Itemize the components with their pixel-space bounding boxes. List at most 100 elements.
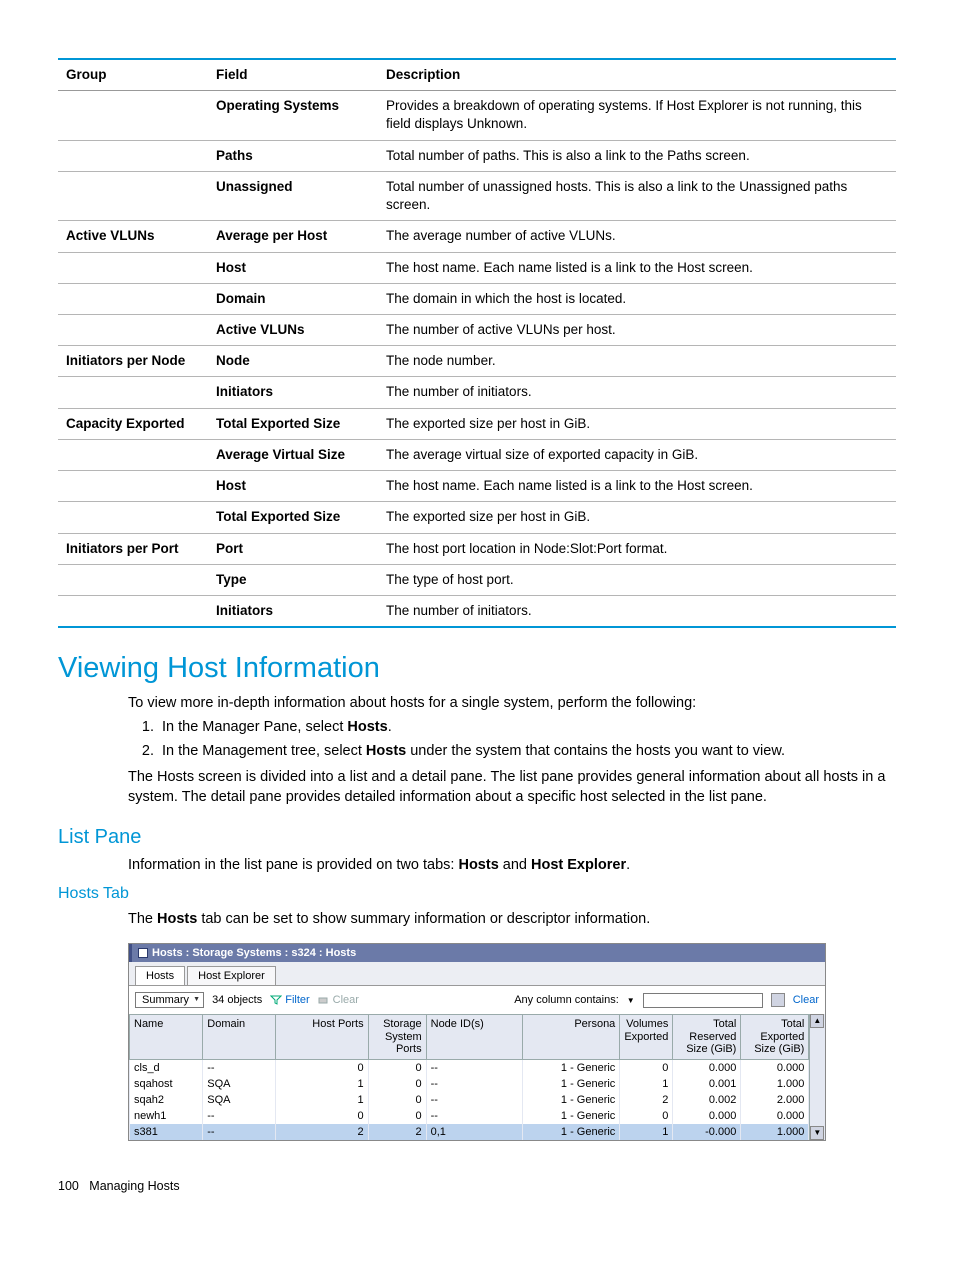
cell-group: Initiators per Port bbox=[58, 533, 208, 564]
cell-field: Paths bbox=[208, 140, 378, 171]
table-row: Initiators per NodeNodeThe node number. bbox=[58, 346, 896, 377]
cell-host-ports: 1 bbox=[275, 1076, 368, 1092]
cell-node-ids: -- bbox=[426, 1060, 522, 1077]
cell-description: The number of initiators. bbox=[378, 377, 896, 408]
tab-host-explorer[interactable]: Host Explorer bbox=[187, 966, 276, 985]
cell-domain: SQA bbox=[203, 1092, 275, 1108]
any-column-label: Any column contains: bbox=[514, 994, 619, 1006]
hcol-ve[interactable]: Volumes Exported bbox=[620, 1015, 673, 1060]
cell-description: The average number of active VLUNs. bbox=[378, 221, 896, 252]
cell-domain: -- bbox=[203, 1060, 275, 1077]
search-input[interactable] bbox=[643, 993, 763, 1008]
col-description: Description bbox=[378, 59, 896, 91]
data-row[interactable]: sqahostSQA10--1 - Generic10.0011.000 bbox=[130, 1076, 809, 1092]
table-row: Average Virtual SizeThe average virtual … bbox=[58, 439, 896, 470]
cell-group: Active VLUNs bbox=[58, 221, 208, 252]
cell-node-ids: 0,1 bbox=[426, 1124, 522, 1140]
cell-group: Capacity Exported bbox=[58, 408, 208, 439]
scroll-up-button[interactable]: ▲ bbox=[810, 1014, 824, 1028]
cell-host-ports: 0 bbox=[275, 1108, 368, 1124]
cell-description: The domain in which the host is located. bbox=[378, 283, 896, 314]
table-row: UnassignedTotal number of unassigned hos… bbox=[58, 171, 896, 220]
cell-description: The average virtual size of exported cap… bbox=[378, 439, 896, 470]
cell-storage-system-ports: 0 bbox=[368, 1076, 426, 1092]
filter-link[interactable]: Filter bbox=[270, 994, 309, 1006]
table-row: Operating SystemsProvides a breakdown of… bbox=[58, 91, 896, 140]
hcol-name[interactable]: Name bbox=[130, 1015, 203, 1060]
step-2: In the Management tree, select Hosts und… bbox=[158, 741, 896, 763]
table-row: Total Exported SizeThe exported size per… bbox=[58, 502, 896, 533]
col-group: Group bbox=[58, 59, 208, 91]
table-row: Active VLUNsAverage per HostThe average … bbox=[58, 221, 896, 252]
hcol-trs[interactable]: Total Reserved Size (GiB) bbox=[673, 1015, 741, 1060]
cell-group bbox=[58, 377, 208, 408]
step-2-hosts: Hosts bbox=[366, 743, 406, 759]
pin-icon[interactable] bbox=[771, 993, 785, 1007]
cell-name: newh1 bbox=[130, 1108, 203, 1124]
cell-name: s381 bbox=[130, 1124, 203, 1140]
cell-domain: -- bbox=[203, 1124, 275, 1140]
hcol-ssp[interactable]: Storage System Ports bbox=[368, 1015, 426, 1060]
cell-total-reserved-size: -0.000 bbox=[673, 1124, 741, 1140]
heading-viewing-host-information: Viewing Host Information bbox=[58, 652, 896, 685]
cell-volumes-exported: 1 bbox=[620, 1124, 673, 1140]
cell-node-ids: -- bbox=[426, 1092, 522, 1108]
hcol-host-ports[interactable]: Host Ports bbox=[275, 1015, 368, 1060]
cell-persona: 1 - Generic bbox=[522, 1092, 620, 1108]
table-row: InitiatorsThe number of initiators. bbox=[58, 377, 896, 408]
footer-chapter: Managing Hosts bbox=[89, 1179, 179, 1193]
cell-total-reserved-size: 0.000 bbox=[673, 1060, 741, 1077]
cell-group bbox=[58, 140, 208, 171]
cell-description: Total number of paths. This is also a li… bbox=[378, 140, 896, 171]
cell-field: Average Virtual Size bbox=[208, 439, 378, 470]
chevron-down-icon[interactable]: ▼ bbox=[627, 996, 635, 1005]
heading-list-pane: List Pane bbox=[58, 826, 896, 849]
cell-total-reserved-size: 0.001 bbox=[673, 1076, 741, 1092]
cell-host-ports: 2 bbox=[275, 1124, 368, 1140]
table-row: Active VLUNsThe number of active VLUNs p… bbox=[58, 314, 896, 345]
intro-text: To view more in-depth information about … bbox=[128, 693, 896, 713]
table-row: Capacity ExportedTotal Exported SizeThe … bbox=[58, 408, 896, 439]
window-title-bar: Hosts : Storage Systems : s324 : Hosts bbox=[129, 944, 825, 962]
cell-description: The host name. Each name listed is a lin… bbox=[378, 252, 896, 283]
cell-description: The host port location in Node:Slot:Port… bbox=[378, 533, 896, 564]
data-row[interactable]: sqah2SQA10--1 - Generic20.0022.000 bbox=[130, 1092, 809, 1108]
cell-storage-system-ports: 2 bbox=[368, 1124, 426, 1140]
hcol-node-id[interactable]: Node ID(s) bbox=[426, 1015, 522, 1060]
cell-persona: 1 - Generic bbox=[522, 1108, 620, 1124]
cell-persona: 1 - Generic bbox=[522, 1076, 620, 1092]
filter-icon bbox=[270, 995, 282, 1005]
hosts-tab-text: The Hosts tab can be set to show summary… bbox=[128, 909, 896, 929]
cell-description: Provides a breakdown of operating system… bbox=[378, 91, 896, 140]
procedure-steps: In the Manager Pane, select Hosts. In th… bbox=[128, 717, 896, 763]
cell-name: sqah2 bbox=[130, 1092, 203, 1108]
scroll-down-button[interactable]: ▼ bbox=[810, 1126, 824, 1140]
list-pane-text: Information in the list pane is provided… bbox=[128, 855, 896, 875]
data-row[interactable]: s381--220,11 - Generic1-0.0001.000 bbox=[130, 1124, 809, 1140]
cell-description: The type of host port. bbox=[378, 564, 896, 595]
data-row[interactable]: newh1--00--1 - Generic00.0000.000 bbox=[130, 1108, 809, 1124]
tab-name-hosts: Hosts bbox=[458, 857, 498, 873]
clear-filter-link[interactable]: Clear bbox=[318, 994, 359, 1006]
tab-hosts[interactable]: Hosts bbox=[135, 966, 185, 985]
cell-description: The exported size per host in GiB. bbox=[378, 408, 896, 439]
cell-group bbox=[58, 283, 208, 314]
cell-field: Node bbox=[208, 346, 378, 377]
cell-persona: 1 - Generic bbox=[522, 1060, 620, 1077]
hcol-domain[interactable]: Domain bbox=[203, 1015, 275, 1060]
data-row[interactable]: cls_d--00--1 - Generic00.0000.000 bbox=[130, 1060, 809, 1077]
tab-strip: Hosts Host Explorer bbox=[129, 962, 825, 985]
cell-group bbox=[58, 314, 208, 345]
data-header-row: Name Domain Host Ports Storage System Po… bbox=[130, 1015, 809, 1060]
table-header-row: Group Field Description bbox=[58, 59, 896, 91]
hcol-persona[interactable]: Persona bbox=[522, 1015, 620, 1060]
cell-description: The exported size per host in GiB. bbox=[378, 502, 896, 533]
table-row: HostThe host name. Each name listed is a… bbox=[58, 252, 896, 283]
heading-hosts-tab: Hosts Tab bbox=[58, 885, 896, 903]
hcol-tes[interactable]: Total Exported Size (GiB) bbox=[741, 1015, 809, 1060]
clear-search-link[interactable]: Clear bbox=[793, 994, 819, 1006]
view-dropdown[interactable]: Summary bbox=[135, 992, 204, 1008]
cell-field: Initiators bbox=[208, 377, 378, 408]
vertical-scrollbar[interactable]: ▲ ▼ bbox=[809, 1014, 825, 1140]
cell-volumes-exported: 0 bbox=[620, 1060, 673, 1077]
